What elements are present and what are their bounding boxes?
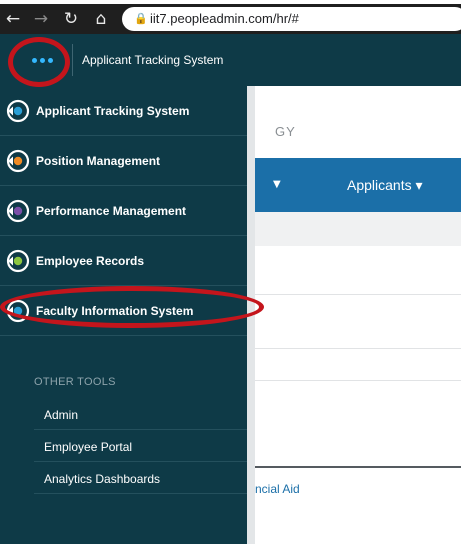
home-icon[interactable]: ⌂ (90, 4, 112, 34)
app-item-performance-management[interactable]: Performance Management (0, 186, 247, 236)
tool-item-employee-portal[interactable]: Employee Portal (34, 432, 247, 462)
tool-label: Employee Portal (44, 440, 133, 454)
forward-arrow-icon[interactable]: → (30, 4, 52, 34)
chevron-down-icon[interactable]: ▼ (273, 158, 281, 212)
tool-label: Admin (44, 408, 79, 422)
row-divider (255, 348, 461, 349)
annotation-oval-faculty (0, 286, 264, 328)
tool-item-admin[interactable]: Admin (34, 400, 247, 430)
browser-toolbar: ← → ↻ ⌂ 🔒 iit7.peopleadmin.com/hr/# (0, 4, 461, 34)
app-label: Position Management (36, 154, 161, 168)
module-nav-bar: ▼ Applicants ▾ (255, 158, 461, 212)
content-band (255, 212, 461, 246)
address-bar[interactable]: 🔒 iit7.peopleadmin.com/hr/# (122, 7, 461, 31)
row-divider (255, 380, 461, 381)
app-item-employee-records[interactable]: Employee Records (0, 236, 247, 286)
url-text[interactable]: iit7.peopleadmin.com/hr/# (150, 7, 299, 31)
performance-management-app-icon (6, 199, 30, 223)
app-item-position-management[interactable]: Position Management (0, 136, 247, 186)
app-item-applicant-tracking[interactable]: Applicant Tracking System (0, 86, 247, 136)
annotation-circle-menu (8, 37, 70, 87)
tool-label: Analytics Dashboards (44, 472, 161, 486)
reload-icon[interactable]: ↻ (60, 4, 82, 34)
app-label: Applicant Tracking System (36, 104, 190, 118)
app-title: Applicant Tracking System (82, 53, 224, 67)
ats-app-icon (6, 99, 30, 123)
tool-item-analytics-dashboards[interactable]: Analytics Dashboards (34, 464, 247, 494)
back-arrow-icon[interactable]: ← (2, 4, 24, 34)
section-heading: GY (275, 124, 296, 139)
header-divider (72, 44, 73, 76)
financial-aid-link[interactable]: ncial Aid (255, 482, 300, 496)
employee-records-app-icon (6, 249, 30, 273)
row-divider (255, 294, 461, 295)
other-tools-heading: OTHER TOOLS (34, 376, 116, 388)
applicants-tab[interactable]: Applicants ▾ (347, 158, 423, 212)
section-divider (255, 466, 461, 468)
background-page: GY ▼ Applicants ▾ ncial Aid (247, 86, 461, 544)
app-label: Employee Records (36, 254, 145, 268)
lock-icon: 🔒 (134, 12, 148, 25)
position-management-app-icon (6, 149, 30, 173)
app-label: Performance Management (36, 204, 187, 218)
